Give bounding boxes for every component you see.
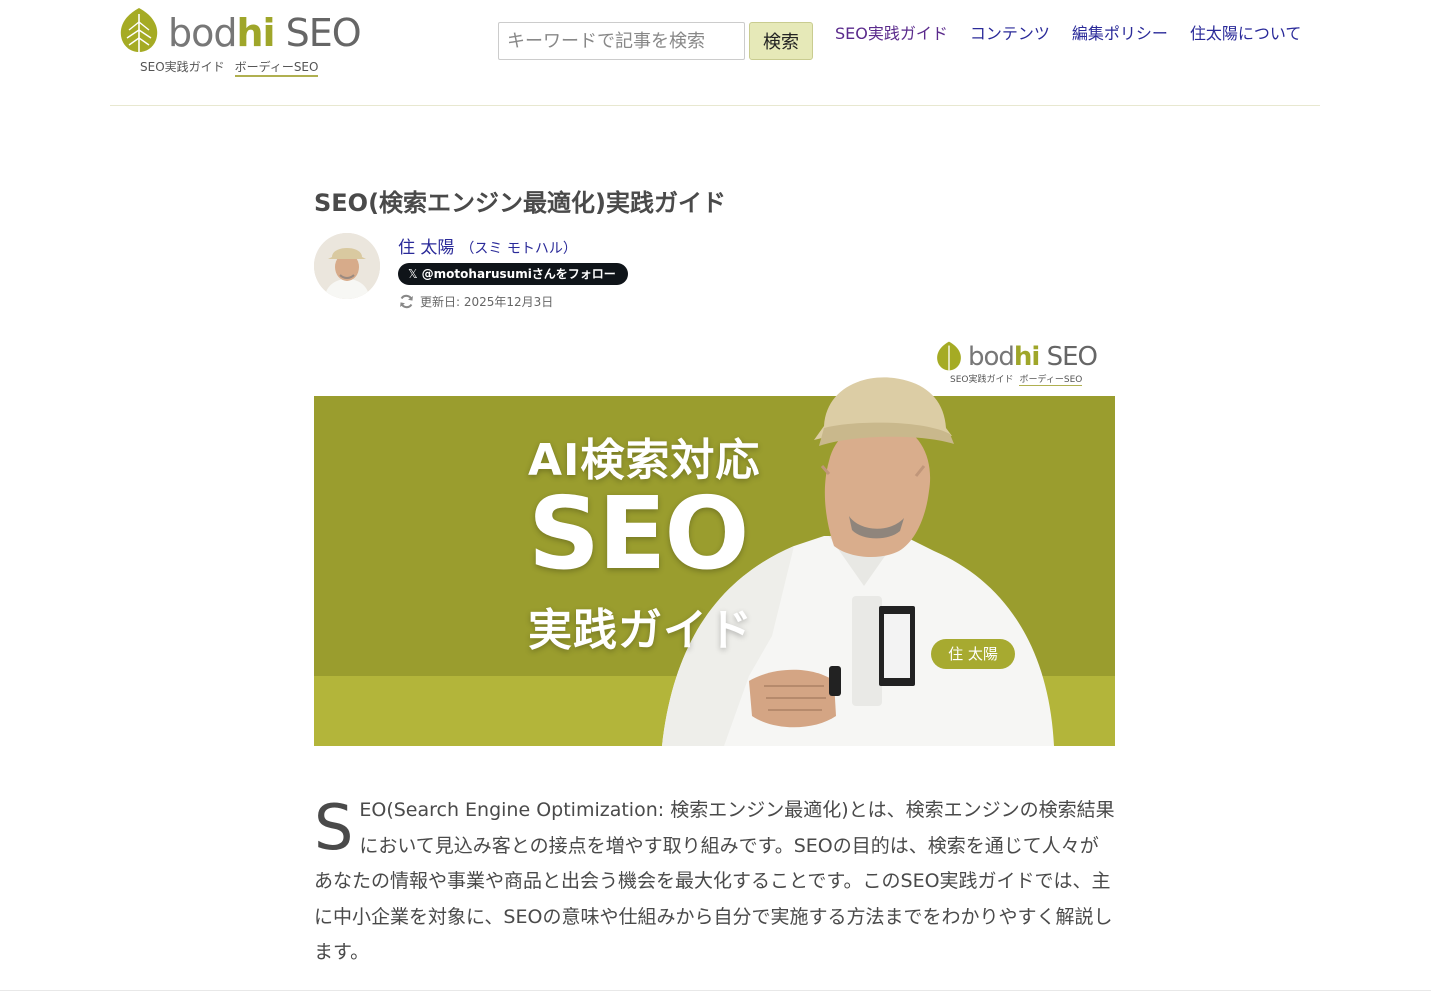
main-nav: SEO実践ガイド コンテンツ 編集ポリシー 住太陽について: [835, 20, 1301, 44]
logo-wordmark: bodhi SEO: [168, 11, 362, 55]
hero-name-pill: 住 太陽: [931, 639, 1015, 669]
site-logo[interactable]: bodhi SEO SEO実践ガイド ボーディーSEO: [116, 6, 366, 77]
refresh-icon: [400, 294, 413, 309]
author-avatar: [314, 233, 380, 299]
nav-item-contents[interactable]: コンテンツ: [970, 20, 1050, 44]
hero-line3: 実践ガイド: [528, 605, 753, 656]
search-button[interactable]: 検索: [749, 22, 813, 60]
x-logo-icon: 𝕏: [408, 267, 418, 281]
nav-item-about[interactable]: 住太陽について: [1190, 20, 1302, 44]
updated-date: 更新日: 2025年12月3日: [398, 293, 553, 310]
nav-item-seo-guide[interactable]: SEO実践ガイド: [835, 20, 948, 44]
logo-tagline: SEO実践ガイド ボーディーSEO: [140, 58, 319, 77]
author-name-link[interactable]: 住 太陽 （スミ モトハル）: [398, 233, 577, 258]
leaf-logo-icon: [120, 8, 158, 52]
site-header: bodhi SEO SEO実践ガイドボーディーSEO 検索 SEO実践ガイド コ…: [110, 0, 1320, 106]
lead-paragraph: S EO(Search Engine Optimization: 検索エンジン最適…: [314, 791, 1115, 964]
dropcap: S: [314, 791, 354, 864]
bottom-divider: [0, 990, 1431, 991]
article: SEO(検索エンジン最適化)実践ガイド 住 太陽 （スミ モトハル） 𝕏 @mot…: [314, 186, 1115, 963]
follow-label: @motoharusumiさんをフォロー: [421, 267, 616, 281]
x-follow-button[interactable]: 𝕏 @motoharusumiさんをフォロー: [398, 263, 628, 285]
hero-line2: SEO: [528, 475, 749, 592]
hero-banner: AI検索対応 SEO 実践ガイド bodhi SEO SEO実践ガイド ボーディー…: [314, 336, 1115, 746]
nav-item-editorial-policy[interactable]: 編集ポリシー: [1072, 20, 1168, 44]
author-box: 住 太陽 （スミ モトハル） 𝕏 @motoharusumiさんをフォロー 更新日…: [314, 233, 1115, 313]
hero-logo: bodhi SEO SEO実践ガイド ボーディーSEO: [934, 340, 1104, 386]
page-title: SEO(検索エンジン最適化)実践ガイド: [314, 189, 727, 217]
search-input[interactable]: [498, 22, 745, 60]
leaf-logo-icon: [937, 341, 961, 371]
